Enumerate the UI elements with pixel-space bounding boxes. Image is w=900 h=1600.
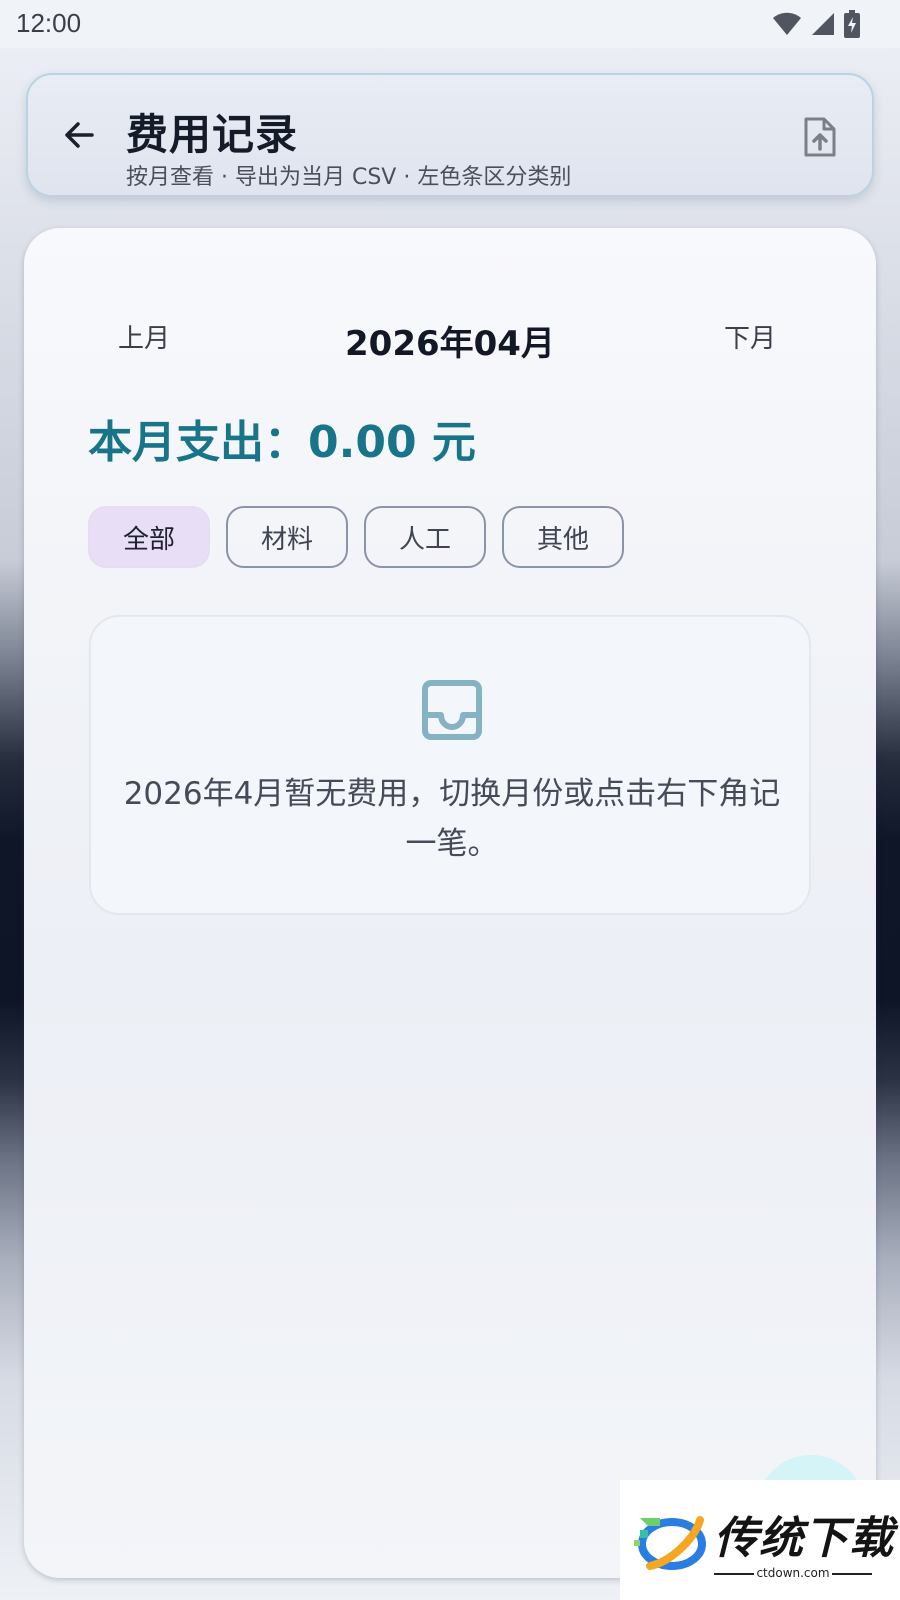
chip-materials[interactable]: 材料 — [226, 506, 348, 568]
page-subtitle: 按月查看 · 导出为当月 CSV · 左色条区分类别 — [126, 165, 572, 190]
watermark-brand: 传统下载 — [714, 1513, 894, 1564]
app-header: 费用记录 按月查看 · 导出为当月 CSV · 左色条区分类别 — [26, 73, 874, 197]
back-button[interactable] — [56, 111, 104, 159]
chip-all[interactable]: 全部 — [88, 506, 210, 568]
status-bar: 12:00 — [0, 0, 900, 48]
battery-charging-icon — [844, 10, 860, 38]
chip-labor[interactable]: 人工 — [364, 506, 486, 568]
file-upload-icon — [804, 117, 836, 157]
category-filter-chips: 全部 材料 人工 其他 — [88, 506, 624, 568]
inbox-icon — [422, 680, 482, 740]
watermark-line-right — [832, 1573, 872, 1575]
chip-other[interactable]: 其他 — [502, 506, 624, 568]
wifi-icon — [773, 12, 801, 35]
page-title: 费用记录 — [126, 110, 299, 159]
status-time: 12:00 — [16, 8, 82, 38]
status-icons — [772, 10, 860, 38]
export-csv-button[interactable] — [796, 113, 844, 161]
monthly-total: 本月支出：0.00 元 — [88, 417, 476, 468]
next-month-button[interactable]: 下月 — [724, 318, 776, 355]
arrow-left-icon — [65, 122, 94, 148]
ctdown-logo-icon — [634, 1516, 706, 1570]
watermark: 传统下载 ctdown.com — [620, 1480, 900, 1600]
empty-state-card: 2026年4月暂无费用，切换月份或点击右下角记一笔。 — [89, 615, 811, 915]
empty-state-message: 2026年4月暂无费用，切换月份或点击右下角记一笔。 — [123, 776, 781, 862]
cellular-signal-icon — [812, 13, 834, 35]
